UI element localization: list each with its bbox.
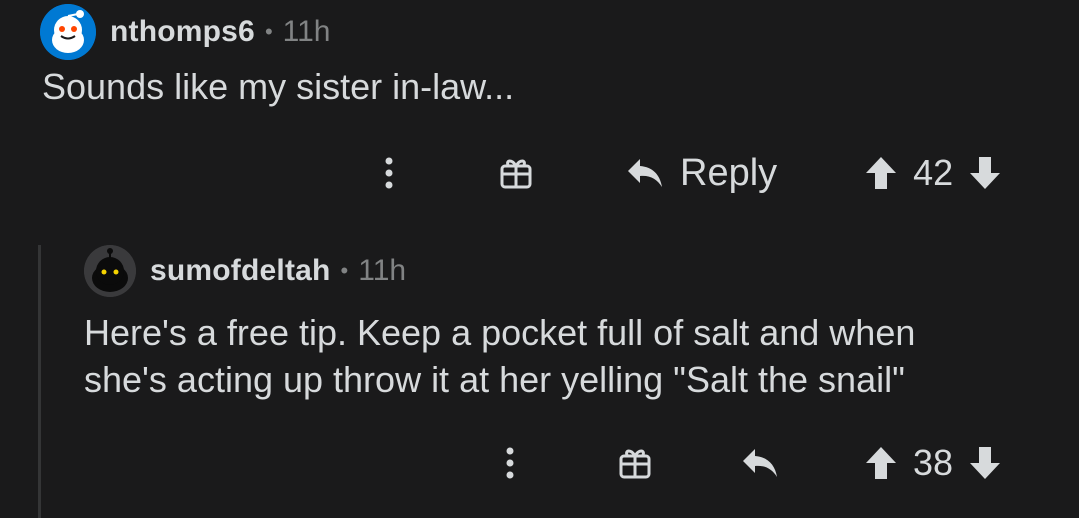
comment-age: 11h bbox=[358, 254, 407, 287]
vote-score: 38 bbox=[913, 442, 954, 483]
thread-line[interactable] bbox=[38, 245, 41, 518]
downvote-arrow-icon bbox=[970, 447, 1001, 479]
more-options-button[interactable] bbox=[372, 156, 406, 190]
comment-body-line: Here's a free tip. Keep a pocket full of… bbox=[84, 312, 916, 353]
gift-icon bbox=[500, 159, 532, 189]
gift-icon bbox=[619, 449, 651, 479]
separator-dot: • bbox=[264, 19, 273, 44]
comment-age: 11h bbox=[282, 15, 331, 48]
user-avatar[interactable] bbox=[84, 245, 136, 297]
reply-button[interactable] bbox=[741, 447, 779, 479]
downvote-arrow-icon bbox=[970, 157, 1001, 189]
reply-label: Reply bbox=[680, 151, 778, 194]
more-options-button[interactable] bbox=[493, 446, 527, 480]
vertical-dots-icon bbox=[506, 447, 514, 479]
reply-button[interactable]: Reply bbox=[626, 152, 777, 195]
reply-arrow-icon bbox=[628, 159, 662, 187]
vote-score: 42 bbox=[913, 152, 954, 193]
comment-actions: Reply 42 bbox=[372, 146, 1001, 200]
comment-body-line: she's acting up throw it at her yelling … bbox=[84, 359, 905, 400]
award-button[interactable] bbox=[498, 157, 534, 189]
upvote-arrow-icon bbox=[866, 157, 897, 189]
separator-dot: • bbox=[340, 258, 349, 283]
downvote-button[interactable] bbox=[969, 446, 1001, 480]
downvote-button[interactable] bbox=[969, 156, 1001, 190]
snoo-avatar-icon bbox=[40, 4, 96, 60]
dark-snoo-avatar-icon bbox=[84, 245, 136, 297]
user-avatar[interactable] bbox=[40, 4, 96, 60]
comment-header: sumofdeltah • 11h bbox=[84, 244, 406, 298]
username[interactable]: sumofdeltah bbox=[150, 254, 331, 288]
award-button[interactable] bbox=[617, 447, 653, 479]
username[interactable]: nthomps6 bbox=[110, 15, 255, 49]
comment-body: Sounds like my sister in-law... bbox=[42, 66, 515, 107]
comment-thread: nthomps6 • 11h Sounds like my sister in-… bbox=[0, 0, 1079, 518]
upvote-arrow-icon bbox=[866, 447, 896, 479]
upvote-button[interactable] bbox=[865, 446, 897, 480]
reply-arrow-icon bbox=[743, 449, 777, 477]
comment-body: Here's a free tip. Keep a pocket full of… bbox=[84, 309, 1044, 403]
vertical-dots-icon bbox=[385, 157, 393, 189]
upvote-button[interactable] bbox=[865, 156, 897, 190]
comment-header: nthomps6 • 11h bbox=[40, 4, 330, 60]
comment-actions: 38 bbox=[493, 436, 1001, 490]
